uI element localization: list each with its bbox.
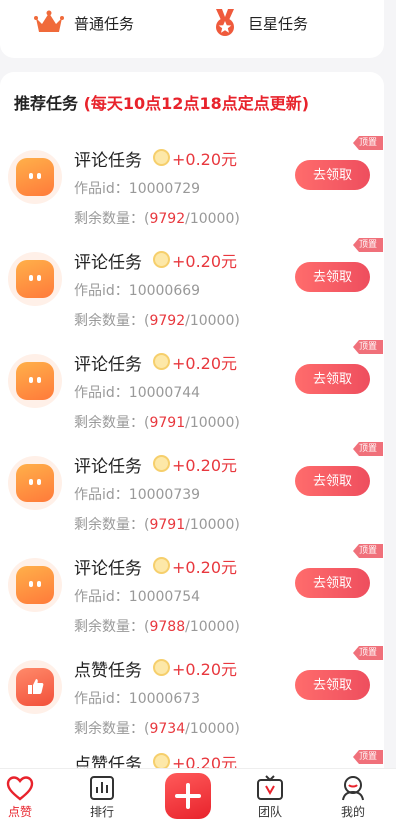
task-reward: +0.20元 — [172, 354, 238, 373]
comment-face-icon — [16, 260, 54, 298]
task-id: 作品id：10000739 — [74, 487, 201, 503]
coin-icon — [153, 353, 170, 370]
publish-button[interactable] — [165, 773, 211, 819]
comment-face-icon — [16, 362, 54, 400]
user-icon — [342, 776, 364, 801]
nav-item-like[interactable]: 点赞 — [0, 775, 46, 821]
task-item: 评论任务 +0.20元 作品id：10000754 剩余数量：(9788/100… — [0, 544, 396, 646]
comment-face-icon — [16, 464, 54, 502]
task-id: 作品id：10000669 — [74, 283, 201, 299]
thumbs-up-icon — [16, 668, 54, 706]
medal-icon — [216, 9, 234, 36]
pinned-badge: 顶置 — [353, 646, 383, 660]
task-id: 作品id：10000729 — [74, 181, 201, 197]
nav-label-team: 团队 — [257, 805, 282, 819]
task-remaining: 剩余数量：(9792/10000) — [74, 313, 240, 329]
task-reward: +0.20元 — [172, 252, 238, 271]
task-name: 评论任务 — [74, 559, 142, 579]
nav-item-mine[interactable]: 我的 — [327, 775, 379, 821]
claim-button[interactable]: 去领取 — [295, 364, 370, 394]
task-item: 评论任务 +0.20元 作品id：10000729 剩余数量：(9792/100… — [0, 136, 396, 238]
tab-star-label: 巨星任务 — [248, 14, 309, 33]
task-remaining: 剩余数量：(9791/10000) — [74, 415, 240, 431]
tab-normal-tasks[interactable]: 普通任务 — [34, 6, 134, 40]
nav-label-mine: 我的 — [340, 805, 365, 819]
task-item: 点赞任务 +0.20元 作品id：10000673 剩余数量：(9734/100… — [0, 646, 396, 748]
task-remaining: 剩余数量：(9788/10000) — [74, 619, 240, 635]
coin-icon — [153, 251, 170, 268]
tab-normal-label: 普通任务 — [74, 14, 135, 33]
task-avatar — [8, 252, 62, 306]
pinned-badge: 顶置 — [353, 544, 383, 558]
update-schedule-note: (每天10点12点18点定点更新) — [83, 94, 310, 113]
bottom-nav: 点赞 排行 团队 我的 — [0, 768, 396, 822]
task-name: 评论任务 — [74, 151, 142, 171]
tv-icon — [257, 775, 283, 800]
nav-label-ranking: 排行 — [89, 805, 114, 819]
task-reward: +0.20元 — [172, 150, 238, 169]
coin-icon — [153, 149, 170, 166]
task-item: 评论任务 +0.20元 作品id：10000744 剩余数量：(9791/100… — [0, 340, 396, 442]
task-avatar — [8, 150, 62, 204]
task-reward: +0.20元 — [172, 558, 238, 577]
plus-icon — [175, 783, 201, 809]
task-id: 作品id：10000744 — [74, 385, 201, 401]
pinned-badge: 顶置 — [353, 136, 383, 150]
task-avatar — [8, 456, 62, 510]
comment-face-icon — [16, 566, 54, 604]
pinned-badge: 顶置 — [353, 442, 383, 456]
claim-button[interactable]: 去领取 — [295, 466, 370, 496]
coin-icon — [153, 557, 170, 574]
recommended-title: 推荐任务 (每天10点12点18点定点更新) — [14, 90, 309, 114]
task-id: 作品id：10000673 — [74, 691, 201, 707]
tab-star-tasks[interactable]: 巨星任务 — [212, 6, 308, 40]
bar-chart-icon — [90, 776, 114, 800]
task-avatar — [8, 660, 62, 714]
pinned-badge: 顶置 — [353, 750, 383, 764]
claim-button[interactable]: 去领取 — [295, 670, 370, 700]
task-name: 点赞任务 — [74, 661, 142, 681]
coin-icon — [153, 659, 170, 676]
task-item: 评论任务 +0.20元 作品id：10000739 剩余数量：(9791/100… — [0, 442, 396, 544]
task-name: 评论任务 — [74, 457, 142, 477]
task-remaining: 剩余数量：(9791/10000) — [74, 517, 240, 533]
claim-button[interactable]: 去领取 — [295, 568, 370, 598]
task-name: 评论任务 — [74, 253, 142, 273]
coin-icon — [153, 455, 170, 472]
pinned-badge: 顶置 — [353, 340, 383, 354]
task-remaining: 剩余数量：(9734/10000) — [74, 721, 240, 737]
crown-icon — [34, 10, 64, 32]
task-avatar — [8, 354, 62, 408]
nav-label-like: 点赞 — [7, 805, 32, 819]
task-remaining: 剩余数量：(9792/10000) — [74, 211, 240, 227]
pinned-badge: 顶置 — [353, 238, 383, 252]
task-reward: +0.20元 — [172, 456, 238, 475]
task-reward: +0.20元 — [172, 660, 238, 679]
task-avatar — [8, 558, 62, 612]
claim-button[interactable]: 去领取 — [295, 262, 370, 292]
task-item: 评论任务 +0.20元 作品id：10000669 剩余数量：(9792/100… — [0, 238, 396, 340]
claim-button[interactable]: 去领取 — [295, 160, 370, 190]
task-type-card: 普通任务 巨星任务 — [0, 0, 384, 58]
comment-face-icon — [16, 158, 54, 196]
nav-item-team[interactable]: 团队 — [244, 775, 296, 821]
heart-icon — [6, 776, 34, 801]
recommended-title-text: 推荐任务 — [14, 94, 79, 113]
nav-item-ranking[interactable]: 排行 — [76, 775, 128, 821]
task-id: 作品id：10000754 — [74, 589, 201, 605]
task-name: 评论任务 — [74, 355, 142, 375]
